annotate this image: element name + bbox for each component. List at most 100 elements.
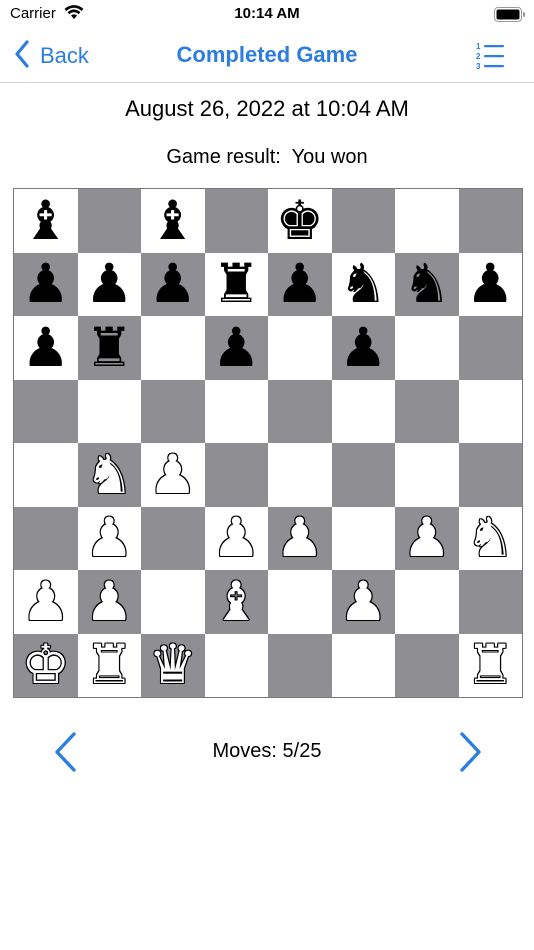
board-square[interactable]: ♟: [268, 506, 332, 570]
black-pawn-icon: ♟: [466, 252, 515, 316]
board-square[interactable]: [395, 189, 459, 253]
board-square[interactable]: [268, 443, 332, 507]
white-rook-icon: ♜: [466, 633, 515, 697]
board-square[interactable]: [331, 189, 395, 253]
clock: 10:14 AM: [234, 5, 300, 22]
board-square[interactable]: [141, 570, 205, 634]
chevron-left-icon: [48, 732, 84, 778]
board-square[interactable]: ♟: [77, 569, 141, 634]
page-title: Completed Game: [176, 42, 358, 67]
black-rook-icon: ♜: [85, 315, 134, 379]
board-square[interactable]: [141, 506, 205, 570]
board-square[interactable]: [141, 316, 205, 380]
white-pawn-icon: ♟: [275, 506, 324, 570]
board-square[interactable]: [458, 189, 522, 253]
board-square[interactable]: [395, 316, 459, 380]
white-pawn-icon: ♟: [148, 442, 197, 506]
board-square[interactable]: ♟: [458, 252, 522, 316]
board-square[interactable]: ♟: [141, 252, 205, 316]
board-square[interactable]: [331, 443, 395, 507]
board-square[interactable]: ♟: [141, 443, 205, 507]
board-square[interactable]: ♜: [77, 633, 141, 697]
white-pawn-icon: ♟: [21, 569, 70, 633]
board-square[interactable]: [268, 633, 332, 697]
board-square[interactable]: ♞: [77, 442, 141, 507]
board-square[interactable]: ♞: [331, 252, 395, 316]
black-pawn-icon: ♟: [21, 252, 70, 316]
board-square[interactable]: [395, 633, 459, 697]
board-square[interactable]: ♟: [77, 506, 141, 570]
board-square[interactable]: ♚: [268, 189, 332, 253]
white-knight-icon: ♞: [466, 506, 515, 570]
white-bishop-icon: ♝: [212, 569, 261, 633]
board-square[interactable]: [268, 316, 332, 380]
board-square[interactable]: [395, 443, 459, 507]
board-square[interactable]: [14, 379, 78, 443]
board-square[interactable]: [331, 506, 395, 570]
board-square[interactable]: ♟: [14, 252, 78, 316]
board-square[interactable]: [141, 379, 205, 443]
game-date: August 26, 2022 at 10:04 AM: [125, 96, 409, 121]
black-knight-icon: ♞: [339, 252, 388, 316]
black-bishop-icon: ♝: [148, 188, 197, 252]
board-square[interactable]: ♚: [14, 633, 78, 697]
white-rook-icon: ♜: [85, 633, 134, 697]
white-pawn-icon: ♟: [212, 506, 261, 570]
status-bar: Carrier 10:14 AM: [0, 0, 534, 30]
board-square[interactable]: [14, 443, 78, 507]
board-square[interactable]: [458, 443, 522, 507]
board-square[interactable]: ♟: [268, 252, 332, 316]
board-square[interactable]: ♜: [204, 252, 268, 316]
svg-text:1: 1: [476, 42, 481, 51]
board-square[interactable]: ♞: [458, 506, 522, 570]
board-square[interactable]: ♟: [395, 506, 459, 570]
board-square[interactable]: ♞: [395, 252, 459, 316]
board-square[interactable]: ♝: [14, 189, 78, 253]
board-square[interactable]: ♝: [141, 189, 205, 253]
black-rook-icon: ♜: [212, 252, 261, 316]
white-pawn-icon: ♟: [402, 506, 451, 570]
board-square[interactable]: ♛: [141, 633, 205, 697]
board-square[interactable]: [331, 633, 395, 697]
black-king-icon: ♚: [275, 188, 324, 252]
board-square[interactable]: [204, 633, 268, 697]
board-square[interactable]: [77, 189, 141, 253]
board-square[interactable]: [395, 570, 459, 634]
board-square[interactable]: ♜: [458, 633, 522, 697]
svg-text:2: 2: [476, 52, 481, 61]
board-square[interactable]: ♟: [204, 315, 268, 380]
black-knight-icon: ♞: [402, 252, 451, 316]
board-square[interactable]: [268, 379, 332, 443]
board-square[interactable]: ♟: [14, 316, 78, 380]
board-square[interactable]: [395, 379, 459, 443]
board-square[interactable]: [77, 379, 141, 443]
board-square[interactable]: [204, 189, 268, 253]
board-square[interactable]: [458, 379, 522, 443]
board-square[interactable]: ♟: [204, 506, 268, 570]
black-pawn-icon: ♟: [212, 315, 261, 379]
board-square[interactable]: ♜: [77, 315, 141, 380]
board-square[interactable]: ♟: [331, 570, 395, 634]
board-square[interactable]: [458, 570, 522, 634]
white-queen-icon: ♛: [148, 633, 197, 697]
white-pawn-icon: ♟: [85, 506, 134, 570]
black-pawn-icon: ♟: [85, 252, 134, 316]
moves-list-button[interactable]: 1 2 3: [472, 40, 508, 72]
board-square[interactable]: [458, 316, 522, 380]
game-result: Game result: You won: [166, 146, 368, 168]
white-knight-icon: ♞: [85, 442, 134, 506]
board-square[interactable]: ♝: [204, 569, 268, 634]
board-square[interactable]: [14, 506, 78, 570]
board-square[interactable]: [204, 443, 268, 507]
next-move-button[interactable]: [452, 730, 488, 774]
board-square[interactable]: ♟: [331, 316, 395, 380]
board-square[interactable]: [268, 570, 332, 634]
board-square[interactable]: ♟: [77, 252, 141, 316]
board-square[interactable]: [204, 379, 268, 443]
board-square[interactable]: [331, 379, 395, 443]
chess-board: ♝ ♝ ♚ ♟ ♟ ♟ ♜ ♟ ♞ ♞ ♟ ♟ ♜ ♟ ♟ ♞ ♟ ♟ ♟ ♟ ♟ ♞ ♟ ♟ ♝ ♟ ♚ ♜ ♛ ♜: [13, 188, 523, 698]
board-square[interactable]: ♟: [14, 570, 78, 634]
white-pawn-icon: ♟: [85, 569, 134, 633]
numbered-list-icon: 1 2 3: [472, 42, 508, 76]
white-king-icon: ♚: [21, 633, 70, 697]
